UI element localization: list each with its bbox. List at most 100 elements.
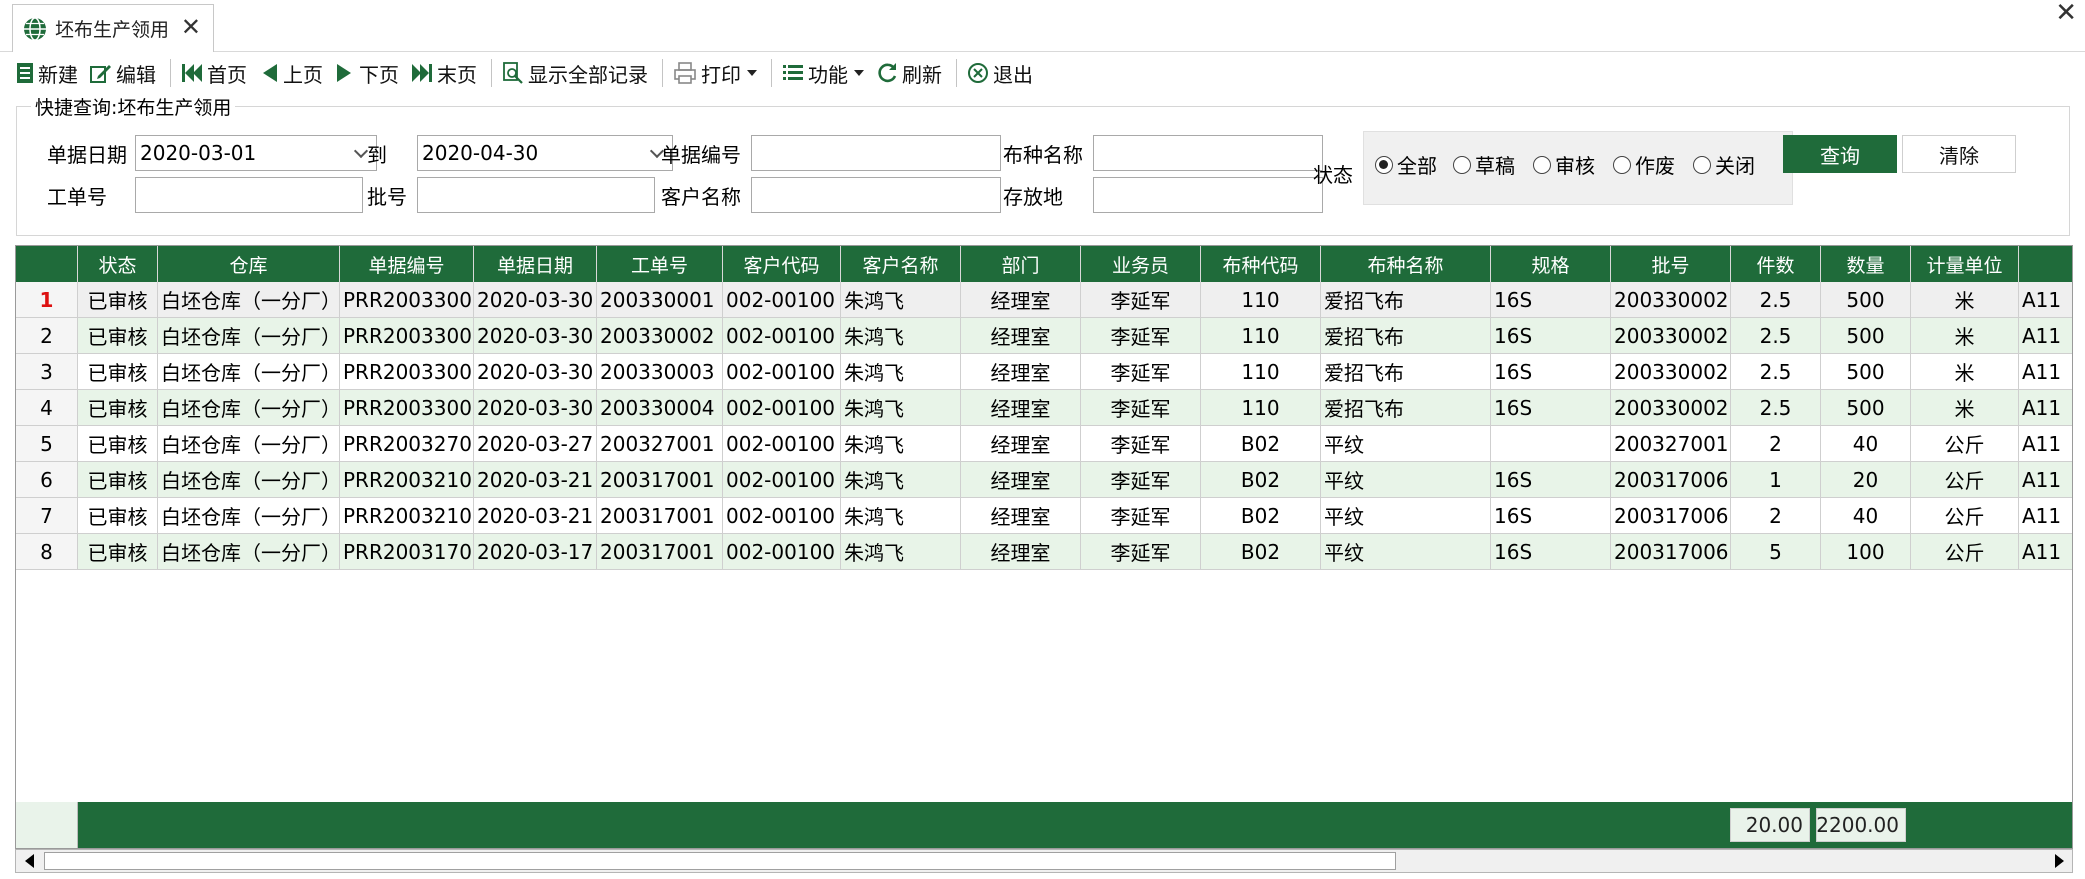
table-cell: 平纹 bbox=[1321, 498, 1491, 534]
status-radio-all[interactable]: 全部 bbox=[1375, 150, 1437, 179]
table-row[interactable]: 4 已审核 白坯仓库（一分厂） PRR2003300 2020-03-30 2003300… bbox=[16, 390, 2072, 426]
table-cell: 朱鸿飞 bbox=[841, 426, 961, 462]
table-cell: 16S bbox=[1491, 534, 1611, 570]
exit-button[interactable]: 退出 bbox=[967, 55, 1033, 91]
next-page-button[interactable]: 下页 bbox=[335, 55, 399, 91]
location-input[interactable] bbox=[1093, 177, 1323, 213]
table-row[interactable]: 7 已审核 白坯仓库（一分厂） PRR2003210 2020-03-21 2003170… bbox=[16, 498, 2072, 534]
table-row[interactable]: 8 已审核 白坯仓库（一分厂） PRR2003170 2020-03-17 2003170… bbox=[16, 534, 2072, 570]
radio-icon bbox=[1533, 155, 1551, 174]
table-cell: 2.5 bbox=[1731, 354, 1821, 390]
tab-close-icon[interactable]: ✕ bbox=[181, 13, 201, 41]
column-header[interactable]: 批号 bbox=[1611, 246, 1731, 282]
first-page-button[interactable]: 首页 bbox=[181, 55, 247, 91]
prev-page-button[interactable]: 上页 bbox=[259, 55, 323, 91]
work-order-input[interactable] bbox=[135, 177, 363, 213]
column-header[interactable]: 业务员 bbox=[1081, 246, 1201, 282]
tab-fabric-production-use[interactable]: 坯布生产领用 ✕ bbox=[12, 4, 214, 52]
table-row[interactable]: 5 已审核 白坯仓库（一分厂） PRR2003270 2020-03-27 2003270… bbox=[16, 426, 2072, 462]
table-cell: 002-00100 bbox=[723, 462, 841, 498]
column-header[interactable]: 数量 bbox=[1821, 246, 1911, 282]
column-header[interactable]: 单据编号 bbox=[340, 246, 474, 282]
column-header[interactable]: 仓库 bbox=[158, 246, 340, 282]
column-header[interactable]: 计量单位 bbox=[1911, 246, 2019, 282]
scroll-left-button[interactable] bbox=[16, 850, 42, 872]
batch-label: 批号 bbox=[367, 185, 407, 209]
table-row[interactable]: 1 已审核 白坯仓库（一分厂） PRR2003300 2020-03-30 2003300… bbox=[16, 282, 2072, 318]
table-cell: 经理室 bbox=[961, 318, 1081, 354]
new-button[interactable]: 新建 bbox=[16, 55, 78, 91]
column-header[interactable]: 布种名称 bbox=[1321, 246, 1491, 282]
table-row[interactable]: 3 已审核 白坯仓库（一分厂） PRR2003300 2020-03-30 2003300… bbox=[16, 354, 2072, 390]
doc-no-input[interactable] bbox=[751, 135, 1001, 171]
batch-input[interactable] bbox=[417, 177, 655, 213]
status-radio-void[interactable]: 作废 bbox=[1613, 150, 1675, 179]
prev-page-label: 上页 bbox=[283, 62, 323, 87]
date-from-select[interactable]: 2020-03-01 bbox=[135, 135, 377, 171]
toolbar-separator bbox=[956, 59, 957, 87]
window-close-icon[interactable]: ✕ bbox=[2055, 0, 2077, 28]
table-cell: 110 bbox=[1201, 390, 1321, 426]
customer-name-input[interactable] bbox=[751, 177, 1001, 213]
show-all-records-button[interactable]: 显示全部记录 bbox=[502, 55, 648, 91]
tab-title: 坯布生产领用 bbox=[55, 19, 170, 41]
table-cell: 经理室 bbox=[961, 282, 1081, 318]
table-cell: 2 bbox=[1731, 426, 1821, 462]
column-header[interactable]: 工单号 bbox=[597, 246, 723, 282]
doc-no-label: 单据编号 bbox=[661, 143, 741, 167]
column-header[interactable]: 客户代码 bbox=[723, 246, 841, 282]
scrollbar-thumb[interactable] bbox=[44, 852, 1396, 870]
column-header[interactable] bbox=[2019, 246, 2072, 282]
chevron-down-icon bbox=[747, 70, 757, 76]
column-header[interactable]: 单据日期 bbox=[474, 246, 597, 282]
table-cell: 002-00100 bbox=[723, 426, 841, 462]
status-radio-approved[interactable]: 审核 bbox=[1533, 150, 1595, 179]
toolbar-separator bbox=[662, 59, 663, 87]
table-cell: 白坯仓库（一分厂） bbox=[158, 498, 340, 534]
table-cell: 已审核 bbox=[78, 318, 158, 354]
table-row[interactable]: 6 已审核 白坯仓库（一分厂） PRR2003210 2020-03-21 2003170… bbox=[16, 462, 2072, 498]
column-header[interactable]: 布种代码 bbox=[1201, 246, 1321, 282]
query-button[interactable]: 查询 bbox=[1783, 135, 1897, 173]
table-cell: 40 bbox=[1821, 498, 1911, 534]
total-quantity: 2200.00 bbox=[1816, 808, 1906, 842]
column-header[interactable]: 客户名称 bbox=[841, 246, 961, 282]
fabric-name-input[interactable] bbox=[1093, 135, 1323, 171]
to-label: 到 bbox=[367, 143, 387, 167]
refresh-label: 刷新 bbox=[902, 62, 942, 87]
table-cell: 200330002 bbox=[1611, 282, 1731, 318]
table-row[interactable]: 2 已审核 白坯仓库（一分厂） PRR2003300 2020-03-30 2003300… bbox=[16, 318, 2072, 354]
table-cell: 经理室 bbox=[961, 462, 1081, 498]
grid-header-row: 状态 仓库 单据编号 单据日期 工单号 客户代码 客户名称 部门 业务员 布种代码 布种名称 规格 批号… bbox=[16, 246, 2072, 282]
column-header[interactable]: 状态 bbox=[78, 246, 158, 282]
column-header[interactable]: 件数 bbox=[1731, 246, 1821, 282]
table-cell: 200317006 bbox=[1611, 498, 1731, 534]
function-menu-button[interactable]: 功能 bbox=[782, 55, 864, 91]
refresh-icon bbox=[878, 63, 897, 83]
table-cell: 200317006 bbox=[1611, 462, 1731, 498]
table-cell: B02 bbox=[1201, 462, 1321, 498]
status-label: 状态 bbox=[1313, 163, 1353, 187]
status-radio-closed[interactable]: 关闭 bbox=[1693, 150, 1755, 179]
horizontal-scrollbar[interactable] bbox=[15, 849, 2073, 873]
table-cell: 2020-03-30 bbox=[474, 282, 597, 318]
table-cell: 002-00100 bbox=[723, 354, 841, 390]
print-button[interactable]: 打印 bbox=[673, 55, 757, 91]
date-to-select[interactable]: 2020-04-30 bbox=[417, 135, 673, 171]
table-cell: 平纹 bbox=[1321, 534, 1491, 570]
column-header[interactable]: 部门 bbox=[961, 246, 1081, 282]
refresh-button[interactable]: 刷新 bbox=[876, 55, 942, 91]
clear-button[interactable]: 清除 bbox=[1902, 135, 2016, 173]
table-cell: B02 bbox=[1201, 534, 1321, 570]
table-cell: B02 bbox=[1201, 498, 1321, 534]
status-radio-draft[interactable]: 草稿 bbox=[1453, 150, 1515, 179]
table-cell: 200327001 bbox=[597, 426, 723, 462]
column-header[interactable]: 规格 bbox=[1491, 246, 1611, 282]
table-cell: 李延军 bbox=[1081, 354, 1201, 390]
table-cell: 米 bbox=[1911, 390, 2019, 426]
table-cell: 已审核 bbox=[78, 498, 158, 534]
scroll-right-button[interactable] bbox=[2046, 850, 2072, 872]
table-cell: 16S bbox=[1491, 354, 1611, 390]
edit-button[interactable]: 编辑 bbox=[90, 55, 156, 91]
last-page-button[interactable]: 末页 bbox=[411, 55, 477, 91]
